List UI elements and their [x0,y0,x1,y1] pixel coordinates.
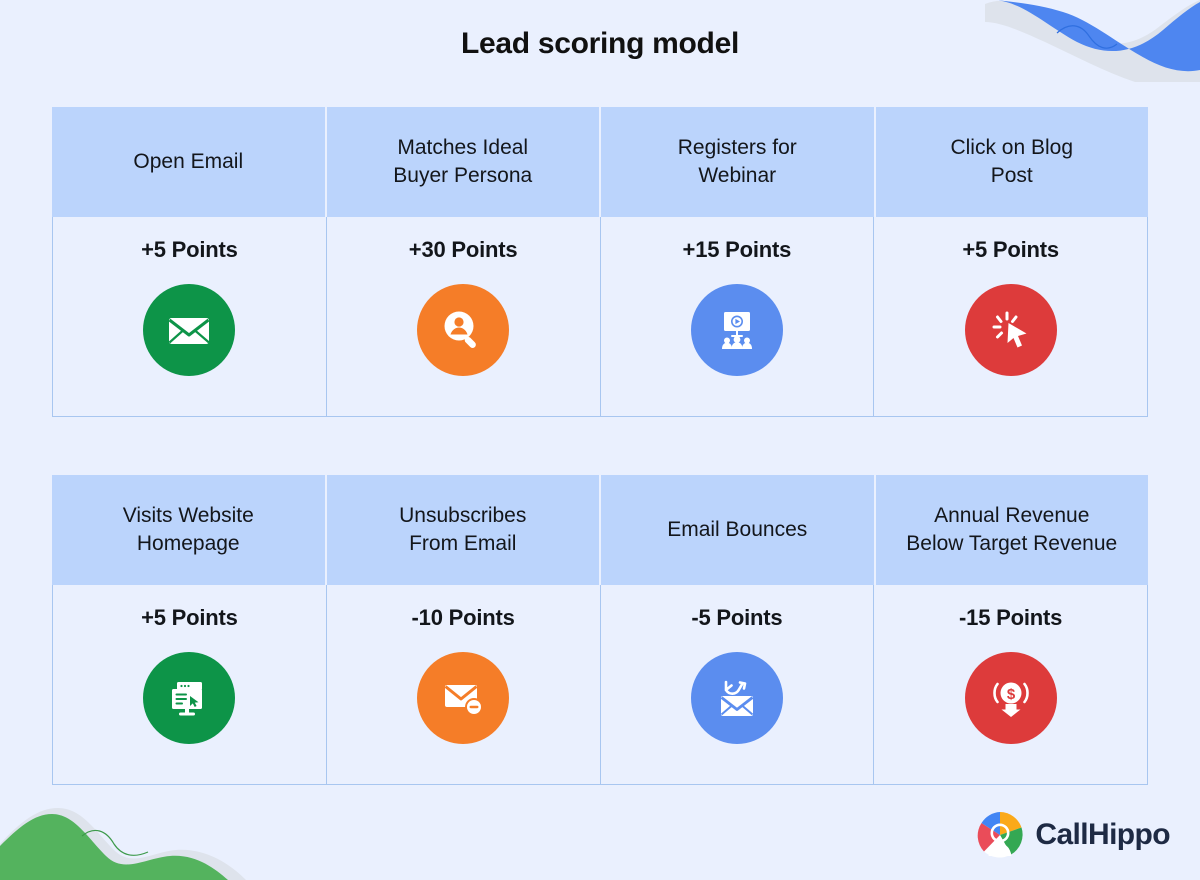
header-cell-visits-website-homepage: Visits Website Homepage [52,475,327,585]
header-label-line2: Below Target Revenue [906,532,1118,555]
header-label: Visits Website Homepage [123,502,254,557]
score-cell-registers-for-webinar: +15 Points [599,217,874,417]
click-cursor-icon [964,284,1057,376]
points-value: +5 Points [141,237,238,262]
header-cell-click-on-blog-post: Click on Blog Post [875,107,1148,217]
lead-scoring-table-positive: Open Email Matches Ideal Buyer Persona R… [52,107,1148,417]
table-header-row: Open Email Matches Ideal Buyer Persona R… [52,107,1148,217]
green-wave-blob-decoration [0,808,246,880]
website-monitor-icon [143,652,236,744]
header-label-line2: Buyer Persona [393,164,533,187]
header-cell-email-bounces: Email Bounces [601,475,876,585]
header-label-line2: Webinar [698,164,777,187]
brand-logo: CallHippo [977,812,1171,858]
header-label-line2: Homepage [136,532,240,555]
score-cell-annual-revenue-below-target: -15 Points $ [873,585,1148,785]
infographic-canvas: Lead scoring model Open Email Matches Id… [0,0,1200,880]
points-value: -15 Points [959,605,1063,630]
score-cell-open-email: +5 Points [52,217,326,417]
score-cell-visits-website-homepage: +5 Points [52,585,326,785]
header-cell-unsubscribes-from-email: Unsubscribes From Email [326,475,601,585]
header-label-line1: Unsubscribes [399,504,527,528]
header-label-line1: Annual Revenue [934,504,1090,528]
points-value: +5 Points [141,605,238,630]
header-label: Unsubscribes From Email [399,502,526,557]
header-label: Annual Revenue Below Target Revenue [906,502,1117,557]
email-unsubscribe-icon [417,652,510,744]
svg-text:$: $ [1006,686,1015,703]
header-label: Email Bounces [667,518,808,542]
header-label: Matches Ideal Buyer Persona [393,134,532,189]
header-cell-open-email: Open Email [52,107,327,217]
revenue-down-icon: $ [964,652,1057,744]
header-cell-matches-ideal-buyer-persona: Matches Ideal Buyer Persona [326,107,601,217]
header-cell-annual-revenue-below-target: Annual Revenue Below Target Revenue [875,475,1148,585]
points-value: +5 Points [962,237,1059,262]
page-title: Lead scoring model [461,27,739,60]
points-value: -10 Points [411,605,515,630]
person-search-icon [417,284,510,376]
score-cell-matches-ideal-buyer-persona: +30 Points [325,217,600,417]
header-label: Open Email [133,150,244,174]
header-label-line1: Visits Website [122,504,254,528]
score-cell-email-bounces: -5 Points [599,585,874,785]
header-label-line1: Matches Ideal [397,136,529,160]
header-label-line2: From Email [409,532,517,555]
header-label: Registers for Webinar [678,134,797,189]
points-value: -5 Points [691,605,783,630]
table-body-row: +5 Points -10 Points -5 Points -15 Point… [52,585,1148,785]
table-body-row: +5 Points +30 Points +15 Points +5 Point… [52,217,1148,417]
points-value: +30 Points [408,237,518,262]
score-cell-click-on-blog-post: +5 Points [873,217,1148,417]
header-label-line1: Click on Blog [950,136,1074,160]
header-label: Click on Blog Post [950,134,1073,189]
email-bounce-icon [690,652,783,744]
header-label-line1: Registers for [677,136,797,160]
lead-scoring-table-negative: Visits Website Homepage Unsubscribes Fro… [52,475,1148,785]
envelope-icon [143,284,236,376]
callhippo-logo-icon [978,812,1023,858]
header-label-line2: Post [990,164,1033,187]
points-value: +15 Points [682,237,792,262]
score-cell-unsubscribes-from-email: -10 Points [325,585,600,785]
header-cell-registers-for-webinar: Registers for Webinar [601,107,876,217]
webinar-presentation-icon [690,284,783,376]
brand-name: CallHippo [1035,818,1170,851]
table-header-row: Visits Website Homepage Unsubscribes Fro… [52,475,1148,585]
